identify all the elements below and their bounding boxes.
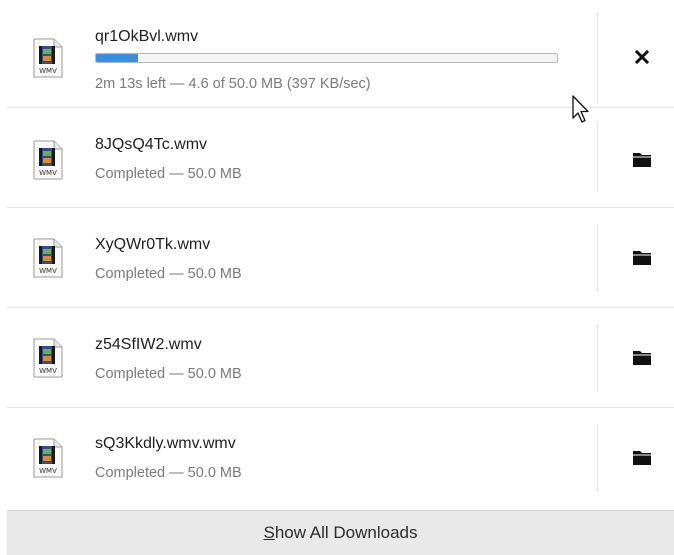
download-filename: z54SfIW2.wmv (95, 336, 202, 353)
open-folder-button[interactable] (625, 240, 659, 274)
access-key-letter: S (263, 523, 275, 542)
download-progress-bar (95, 53, 558, 63)
folder-icon (633, 350, 651, 365)
download-status: Completed — 50.0 MB (95, 465, 242, 481)
wmv-label: WMV (39, 267, 57, 275)
close-icon (634, 49, 650, 65)
download-status: Completed — 50.0 MB (95, 166, 242, 182)
download-status: Completed — 50.0 MB (95, 366, 242, 382)
download-item[interactable]: WMV qr1OkBvl.wmv 2m 13s left — 4.6 of 50… (7, 8, 674, 108)
folder-icon (633, 250, 651, 265)
wmv-label: WMV (39, 67, 57, 75)
download-item[interactable]: WMV XyQWr0Tk.wmv Completed — 50.0 MB (7, 208, 674, 308)
wmv-file-icon: WMV (33, 438, 63, 478)
folder-icon (633, 450, 651, 465)
row-divider (597, 324, 598, 392)
cancel-button[interactable] (625, 40, 659, 74)
wmv-label: WMV (39, 467, 57, 475)
show-all-downloads-label: how All Downloads (274, 523, 418, 542)
wmv-label: WMV (39, 169, 57, 177)
download-progress-fill (96, 54, 139, 62)
row-divider (597, 224, 598, 292)
show-all-downloads-button[interactable]: Show All Downloads (7, 510, 674, 555)
mouse-cursor-icon (572, 95, 589, 123)
wmv-file-icon: WMV (33, 140, 63, 180)
open-folder-button[interactable] (625, 340, 659, 374)
download-filename: 8JQsQ4Tc.wmv (95, 136, 208, 153)
download-status: Completed — 50.0 MB (95, 266, 242, 282)
open-folder-button[interactable] (625, 142, 659, 176)
downloads-panel: WMV qr1OkBvl.wmv 2m 13s left — 4.6 of 50… (0, 0, 674, 555)
download-filename: sQ3Kkdly.wmv.wmv (95, 435, 236, 452)
download-filename: XyQWr0Tk.wmv (95, 236, 211, 253)
download-item[interactable]: WMV sQ3Kkdly.wmv.wmv Completed — 50.0 MB (7, 408, 674, 508)
wmv-label: WMV (39, 367, 57, 375)
wmv-file-icon: WMV (33, 38, 63, 78)
open-folder-button[interactable] (625, 440, 659, 474)
row-divider (597, 12, 598, 104)
wmv-file-icon: WMV (33, 338, 63, 378)
row-divider (597, 122, 598, 192)
folder-icon (633, 152, 651, 167)
wmv-file-icon: WMV (33, 238, 63, 278)
download-filename: qr1OkBvl.wmv (95, 28, 199, 45)
download-status: 2m 13s left — 4.6 of 50.0 MB (397 KB/sec… (95, 76, 371, 92)
download-item[interactable]: WMV z54SfIW2.wmv Completed — 50.0 MB (7, 308, 674, 408)
row-divider (597, 424, 598, 492)
